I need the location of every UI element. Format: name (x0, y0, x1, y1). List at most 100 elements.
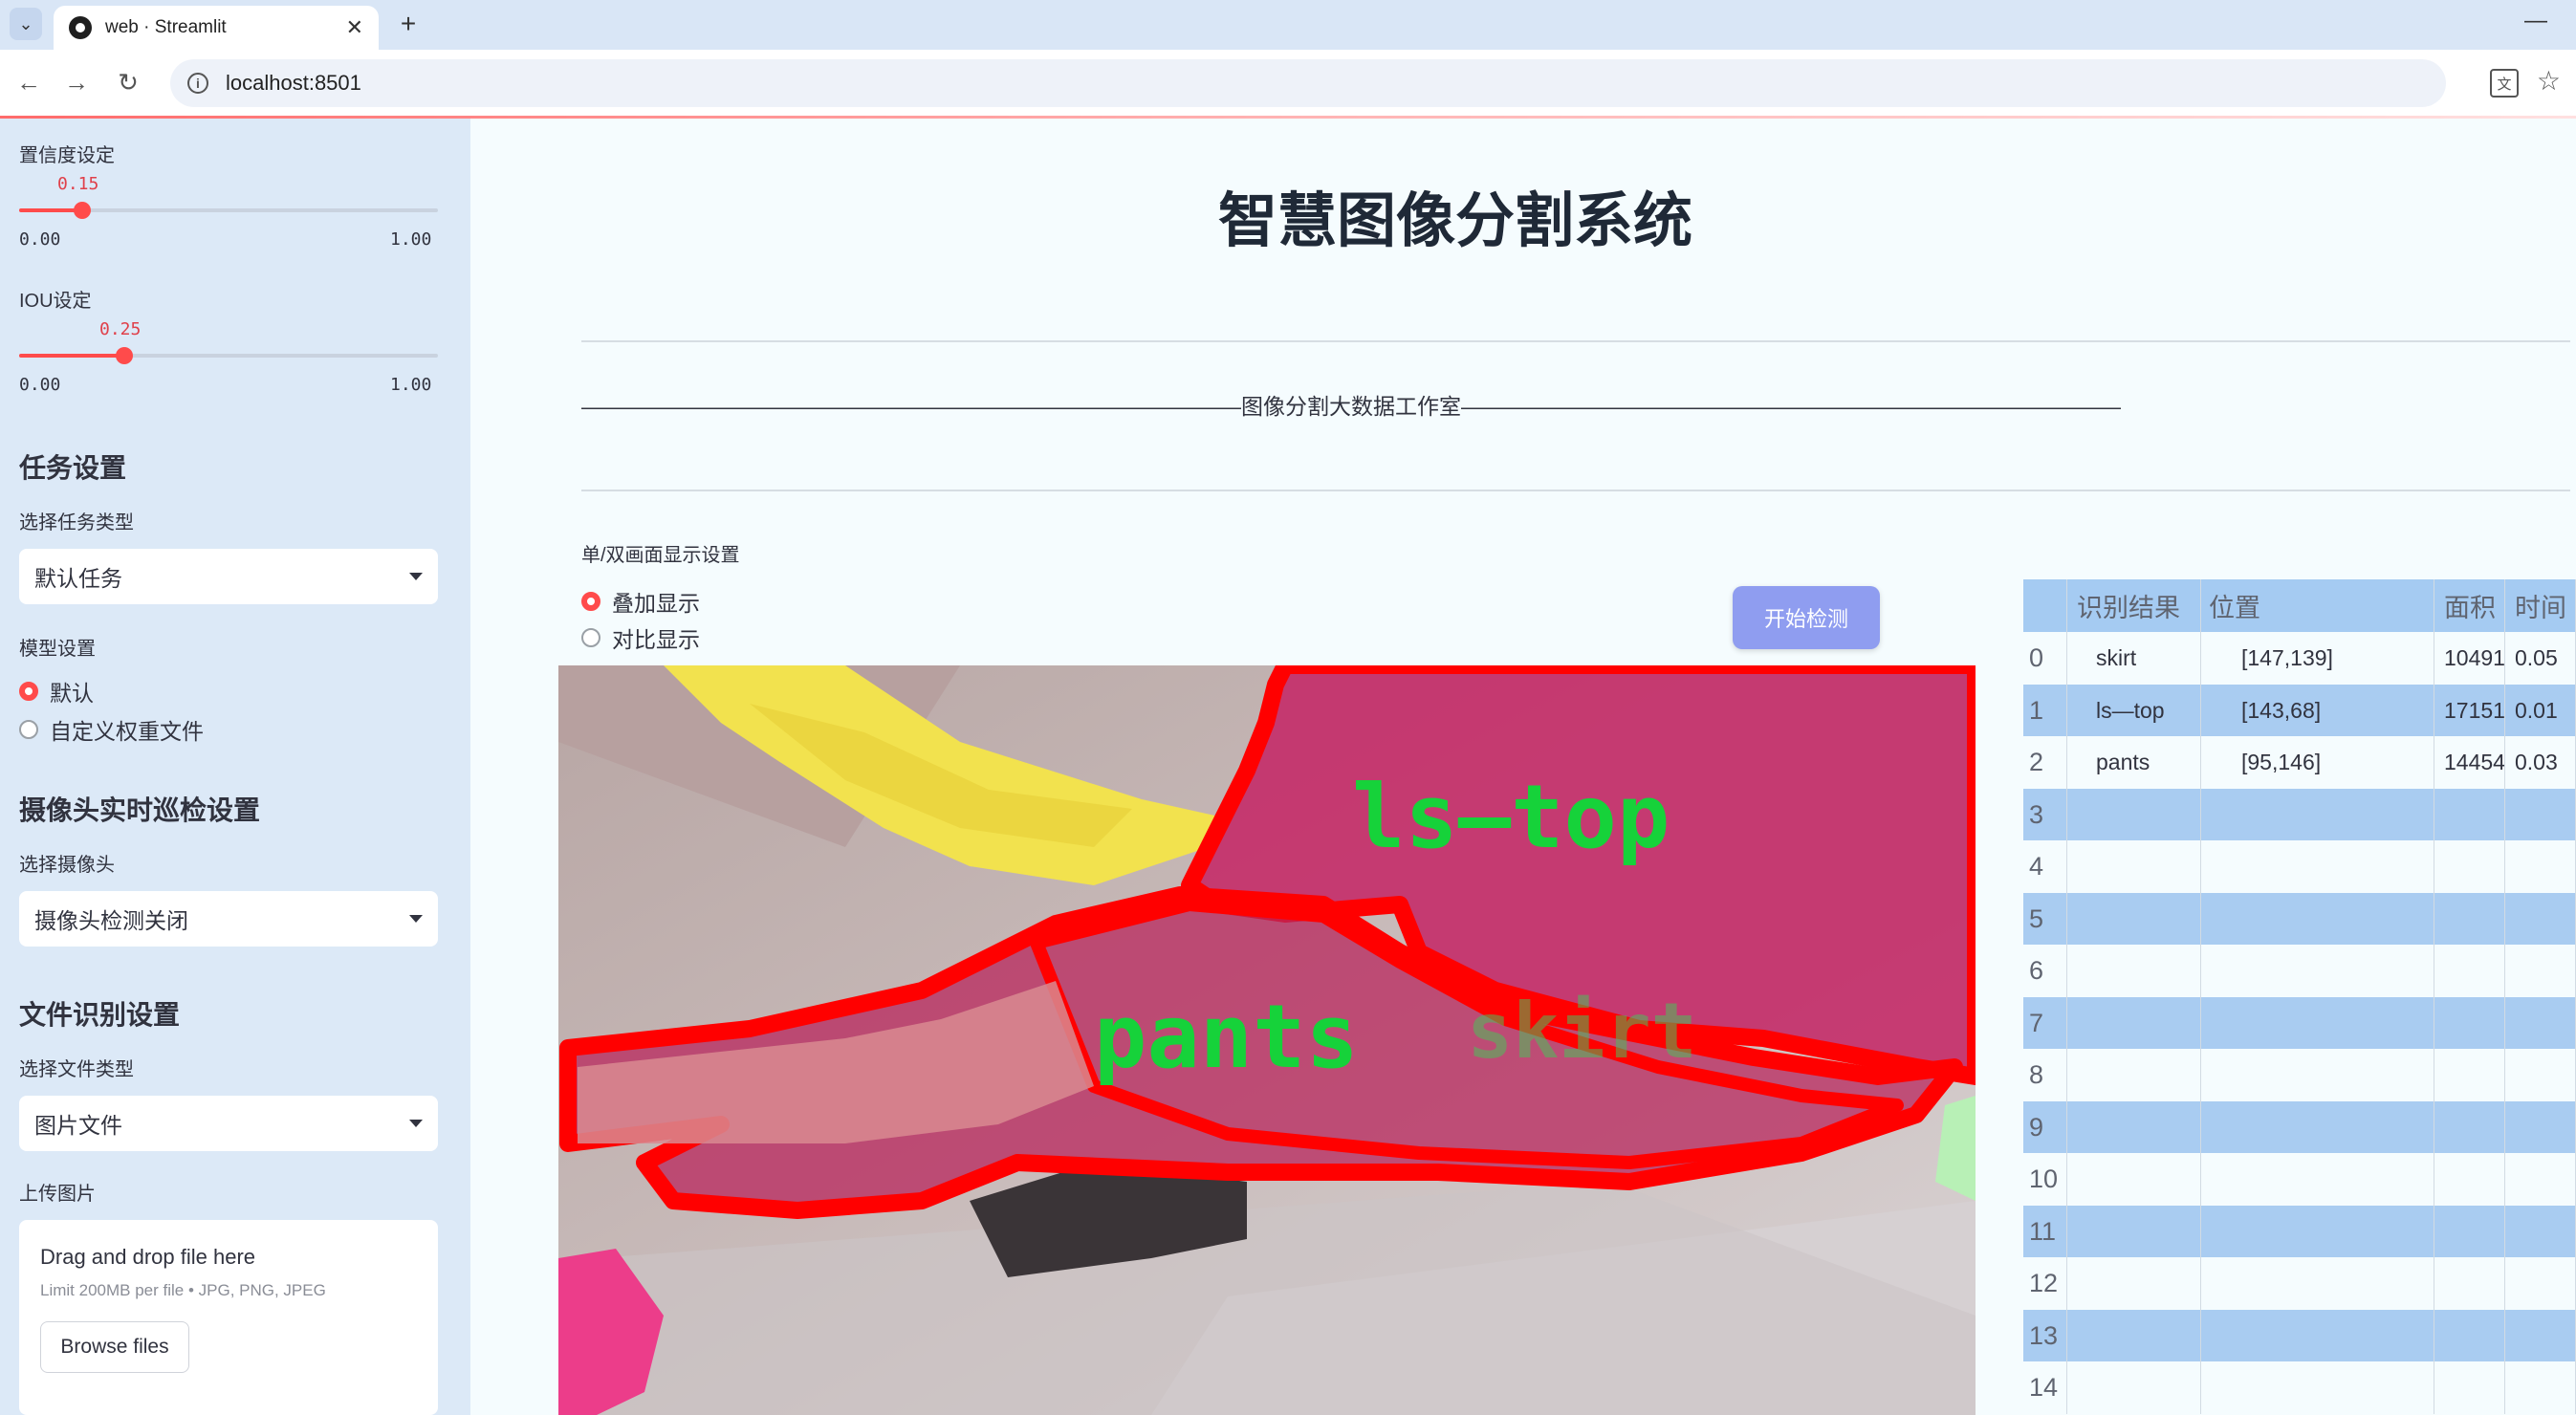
segmentation-result-image: ls—top skirt pants (558, 665, 1976, 1415)
display-option-overlay[interactable]: 叠加显示 (581, 585, 700, 618)
iou-value: 0.25 (99, 319, 142, 339)
iou-slider-fill (19, 354, 124, 358)
file-settings-heading: 文件识别设置 (19, 1000, 181, 1030)
table-cell-time (2505, 1309, 2576, 1362)
model-option-default-label: 默认 (50, 681, 94, 706)
confidence-slider-fill (19, 208, 82, 212)
table-cell-area (2434, 1205, 2505, 1258)
model-option-custom-label: 自定义权重文件 (50, 719, 204, 744)
iou-slider-thumb[interactable] (115, 347, 133, 364)
table-row: 0 skirt [147,139] 10491 0.05 (2023, 632, 2576, 685)
table-cell-time (2505, 1205, 2576, 1258)
table-cell-pos: [95,146] (2201, 736, 2434, 789)
tab-title: web · Streamlit (105, 17, 227, 37)
iou-min: 0.00 (19, 375, 61, 395)
table-cell-time: 0.01 (2505, 684, 2576, 737)
table-cell-pos (2201, 1153, 2434, 1206)
tab-list-chevron-icon[interactable]: ⌄ (10, 8, 42, 40)
site-info-icon[interactable]: i (187, 73, 208, 94)
table-row: 1 ls—top [143,68] 17151 0.01 (2023, 684, 2576, 737)
radio-unselected-icon[interactable] (581, 628, 600, 647)
table-cell-idx: 11 (2023, 1205, 2067, 1258)
table-cell-pos (2201, 1049, 2434, 1101)
table-row: 11 (2023, 1205, 2576, 1258)
table-cell-pos (2201, 840, 2434, 893)
table-row: 7 (2023, 996, 2576, 1050)
table-cell-result (2067, 1049, 2201, 1101)
table-cell-result (2067, 788, 2201, 841)
file-dropzone[interactable]: Drag and drop file here Limit 200MB per … (19, 1220, 438, 1415)
table-cell-result (2067, 1153, 2201, 1206)
table-cell-result (2067, 996, 2201, 1050)
radio-unselected-icon[interactable] (19, 720, 38, 739)
table-cell-area (2434, 1361, 2505, 1414)
streamlit-favicon-icon (69, 16, 92, 39)
table-row: 8 (2023, 1049, 2576, 1101)
display-option-overlay-label: 叠加显示 (612, 591, 700, 616)
bookmark-star-icon[interactable]: ☆ (2537, 65, 2561, 97)
table-cell-time (2505, 1100, 2576, 1154)
file-type-value: 图片文件 (34, 1113, 122, 1138)
file-type-select[interactable]: 图片文件 (19, 1096, 438, 1151)
table-cell-result: skirt (2067, 632, 2201, 685)
confidence-slider[interactable] (19, 202, 438, 219)
table-row: 5 (2023, 892, 2576, 946)
close-tab-icon[interactable]: ✕ (346, 15, 363, 40)
table-cell-area (2434, 996, 2505, 1050)
table-cell-time: 0.05 (2505, 632, 2576, 685)
model-option-default[interactable]: 默认 (19, 675, 94, 708)
camera-settings-heading: 摄像头实时巡检设置 (19, 795, 261, 825)
table-cell-pos (2201, 1205, 2434, 1258)
chevron-down-icon (409, 1120, 423, 1127)
table-cell-area: 10491 (2434, 632, 2505, 685)
table-cell-result (2067, 1100, 2201, 1154)
start-detection-button[interactable]: 开始检测 (1733, 586, 1880, 649)
table-cell-area (2434, 840, 2505, 893)
reload-icon[interactable]: ↻ (111, 65, 145, 99)
browse-files-button[interactable]: Browse files (40, 1321, 189, 1373)
radio-selected-icon[interactable] (581, 592, 600, 611)
display-option-compare[interactable]: 对比显示 (581, 621, 700, 654)
new-tab-plus-icon[interactable]: + (392, 8, 425, 40)
table-cell-time: 时间 (2505, 579, 2576, 632)
table-cell-pos (2201, 945, 2434, 997)
url-field[interactable]: i localhost:8501 (170, 59, 2446, 107)
translate-icon[interactable]: 文 (2490, 69, 2519, 98)
confidence-value: 0.15 (57, 174, 99, 194)
table-cell-idx: 10 (2023, 1153, 2067, 1206)
camera-select-label: 选择摄像头 (19, 855, 115, 876)
model-option-custom[interactable]: 自定义权重文件 (19, 713, 204, 746)
table-cell-area (2434, 1153, 2505, 1206)
forward-arrow-icon[interactable]: → (59, 65, 94, 99)
back-arrow-icon[interactable]: ← (11, 65, 46, 99)
dropzone-title: Drag and drop file here (40, 1245, 256, 1269)
browser-tab[interactable]: web · Streamlit ✕ (54, 6, 379, 50)
task-settings-heading: 任务设置 (19, 453, 127, 483)
table-cell-pos (2201, 1361, 2434, 1414)
table-cell-pos (2201, 892, 2434, 946)
iou-slider[interactable] (19, 347, 438, 364)
table-cell-area: 面积 (2434, 579, 2505, 632)
task-type-select[interactable]: 默认任务 (19, 549, 438, 604)
task-type-label: 选择任务类型 (19, 512, 134, 533)
iou-max: 1.00 (390, 375, 432, 395)
confidence-slider-thumb[interactable] (73, 202, 91, 219)
model-settings-label: 模型设置 (19, 639, 96, 660)
upload-label: 上传图片 (19, 1184, 96, 1205)
chevron-down-icon (409, 573, 423, 580)
display-option-compare-label: 对比显示 (612, 627, 700, 652)
segmentation-overlay: ls—top skirt pants (558, 665, 1976, 1415)
minimize-window-icon[interactable]: — (2524, 8, 2547, 34)
results-table[interactable]: 识别结果 位置 面积 时间 0 skirt [147,139] 10491 0.05 1 ls—to… (2023, 579, 2576, 1415)
radio-selected-icon[interactable] (19, 682, 38, 701)
chevron-down-icon (409, 915, 423, 923)
table-cell-pos (2201, 996, 2434, 1050)
pants-mask-label: pants (1094, 986, 1359, 1088)
table-cell-idx: 9 (2023, 1100, 2067, 1154)
ls-top-mask-label: ls—top (1352, 766, 1670, 868)
sidebar: 置信度设定 0.15 0.00 1.00 IOU设定 0.25 0.00 1.0… (0, 119, 470, 1415)
table-cell-idx: 0 (2023, 632, 2067, 685)
table-cell-time (2505, 1049, 2576, 1101)
camera-select[interactable]: 摄像头检测关闭 (19, 891, 438, 947)
table-row: 10 (2023, 1153, 2576, 1206)
